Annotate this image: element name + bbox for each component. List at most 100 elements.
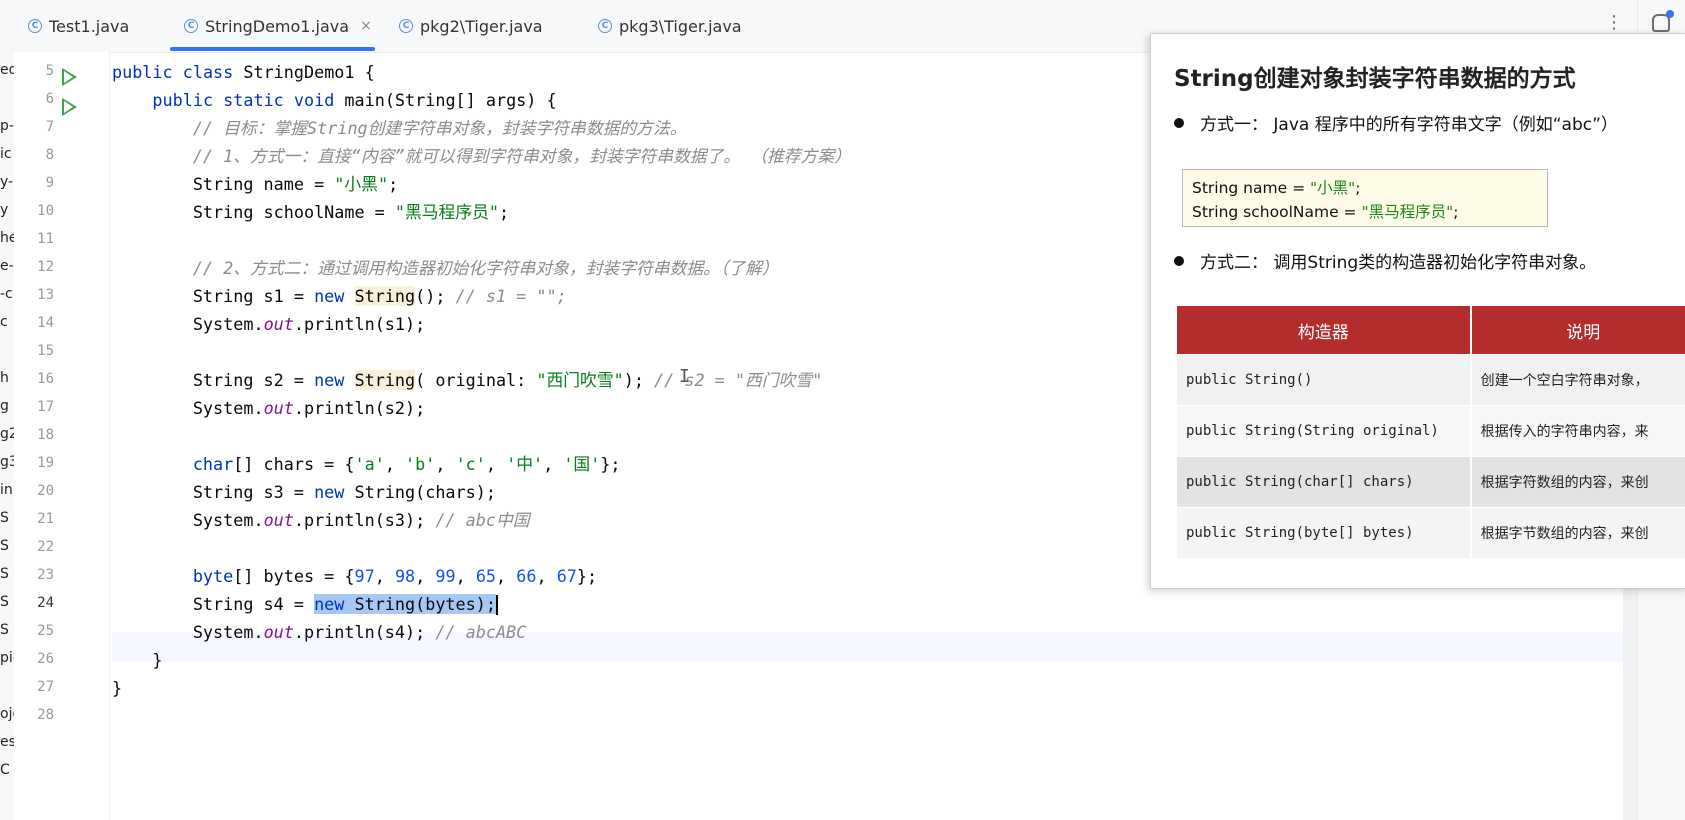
project-tree-item[interactable]: e- <box>0 258 14 274</box>
class-icon: C <box>399 19 413 33</box>
line-number: 20 <box>37 483 54 499</box>
code-line[interactable]: // 2、方式二：通过调用构造器初始化字符串对象，封装字符串数据。（了解） <box>112 253 779 283</box>
table-header-desc: 说明 <box>1470 306 1685 355</box>
code-line[interactable]: System.out.println(s1); <box>112 309 425 339</box>
project-tree-item[interactable]: y <box>0 202 14 218</box>
line-number: 21 <box>37 511 54 527</box>
line-number: 13 <box>37 287 54 303</box>
more-tabs-icon[interactable]: ⋮ <box>1605 12 1623 33</box>
code-line[interactable]: byte[] bytes = {97, 98, 99, 65, 66, 67}; <box>112 561 597 591</box>
table-row: public String(String original) 根据传入的字符串内… <box>1177 405 1685 457</box>
tab-pkg3-tiger[interactable]: C pkg3\Tiger.java <box>598 14 742 38</box>
line-number: 26 <box>37 651 54 667</box>
project-tree-item[interactable]: C <box>0 762 14 778</box>
class-icon: C <box>28 19 42 33</box>
mouse-ibeam-cursor: I <box>679 366 690 387</box>
table-row: public String() 创建一个空白字符串对象， <box>1177 354 1685 406</box>
project-tree-item[interactable]: c <box>0 314 14 330</box>
project-tree-item[interactable]: S <box>0 594 14 610</box>
project-tree-item[interactable]: S <box>0 510 14 526</box>
code-line[interactable]: String schoolName = "黑马程序员"; <box>112 197 509 227</box>
code-line[interactable]: public class StringDemo1 { <box>112 57 375 87</box>
code-line[interactable]: // 1、方式一：直接“内容”就可以得到字符串对象，封装字符串数据了。 （推荐方… <box>112 141 851 171</box>
code-line[interactable]: } <box>112 645 162 675</box>
code-line[interactable]: public static void main(String[] args) { <box>112 85 556 115</box>
project-tree-item[interactable]: h <box>0 370 14 386</box>
code-line[interactable]: String s2 = new String( original: "西门吹雪"… <box>112 365 822 395</box>
line-number: 15 <box>37 343 54 359</box>
tab-pkg2-tiger[interactable]: C pkg2\Tiger.java <box>399 14 543 38</box>
project-tool-window[interactable]: edp-icy-yhee--cchgg2g3inSSSSSpi-ojeesC <box>0 0 15 820</box>
active-tab-indicator <box>170 47 375 51</box>
run-main-icon[interactable] <box>62 98 77 116</box>
project-tree-item[interactable]: g2 <box>0 426 14 442</box>
line-number: 16 <box>37 371 54 387</box>
close-icon[interactable]: × <box>360 18 372 34</box>
slide-overlay: String创建对象封装字符串数据的方式 方式一： Java 程序中的所有字符串… <box>1150 33 1685 589</box>
line-number: 22 <box>37 539 54 555</box>
code-line[interactable]: System.out.println(s4); // abcABC <box>112 617 526 647</box>
project-tree-item[interactable]: g3 <box>0 454 14 470</box>
tab-stringdemo1[interactable]: C StringDemo1.java × <box>184 14 372 38</box>
code-line[interactable]: char[] chars = {'a', 'b', 'c', '中', '国'}… <box>112 449 621 479</box>
slide-code-example: String name = "小黑"; String schoolName = … <box>1182 169 1548 227</box>
notification-badge <box>1666 10 1674 18</box>
slide-title: String创建对象封装字符串数据的方式 <box>1174 66 1576 92</box>
table-row: public String(byte[] bytes) 根据字节数组的内容，来创 <box>1177 507 1685 558</box>
line-number: 12 <box>37 259 54 275</box>
line-number: 17 <box>37 399 54 415</box>
project-tree-item[interactable]: S <box>0 538 14 554</box>
bullet-dot <box>1174 118 1184 128</box>
line-number: 24 <box>37 595 54 611</box>
line-number: 18 <box>37 427 54 443</box>
table-row: public String(char[] chars) 根据字符数组的内容，来创 <box>1177 456 1685 508</box>
constructor-table: 构造器 说明 public String() 创建一个空白字符串对象， publ… <box>1177 306 1685 558</box>
line-number: 6 <box>45 91 54 107</box>
line-number: 11 <box>37 231 54 247</box>
bullet-dot <box>1174 256 1184 266</box>
project-tree-item[interactable]: ed <box>0 62 14 78</box>
project-tree-item[interactable]: he <box>0 230 14 246</box>
tab-label: pkg2\Tiger.java <box>420 16 543 36</box>
line-number: 8 <box>45 147 54 163</box>
tab-test1[interactable]: C Test1.java <box>28 14 129 38</box>
project-tree-item[interactable]: ic <box>0 146 14 162</box>
bullet-method-two: 方式二： 调用String类的构造器初始化字符串对象。 <box>1174 248 1596 273</box>
code-line[interactable]: String s3 = new String(chars); <box>112 477 496 507</box>
code-line[interactable]: } <box>112 673 122 703</box>
code-line[interactable]: String s1 = new String(); // s1 = ""; <box>112 281 567 311</box>
line-number: 9 <box>45 175 54 191</box>
line-number: 5 <box>45 63 54 79</box>
text-caret <box>495 595 498 615</box>
code-line[interactable]: String s4 = new String(bytes); <box>112 589 498 619</box>
project-tree-item[interactable]: g <box>0 398 14 414</box>
line-number: 10 <box>37 203 54 219</box>
bullet-method-one: 方式一： Java 程序中的所有字符串文字（例如“abc”） <box>1174 110 1618 135</box>
code-line[interactable]: System.out.println(s2); <box>112 393 425 423</box>
run-class-icon[interactable] <box>62 68 77 86</box>
line-number: 25 <box>37 623 54 639</box>
project-tree-item[interactable]: pi- <box>0 650 14 666</box>
line-number: 19 <box>37 455 54 471</box>
tab-label: Test1.java <box>49 16 130 36</box>
class-icon: C <box>184 19 198 33</box>
line-number: 7 <box>45 119 54 135</box>
project-tree-item[interactable]: -c <box>0 286 14 302</box>
line-number: 14 <box>37 315 54 331</box>
line-number: 23 <box>37 567 54 583</box>
line-number: 28 <box>37 707 54 723</box>
project-tree-item[interactable]: S <box>0 622 14 638</box>
line-number: 27 <box>37 679 54 695</box>
project-tree-item[interactable]: es <box>0 734 14 750</box>
class-icon: C <box>598 19 612 33</box>
project-tree-item[interactable]: S <box>0 566 14 582</box>
table-header-ctor: 构造器 <box>1177 306 1472 355</box>
code-line[interactable]: // 目标：掌握String创建字符串对象，封装字符串数据的方法。 <box>112 113 687 143</box>
code-line[interactable]: System.out.println(s3); // abc中国 <box>112 505 530 535</box>
project-tree-item[interactable]: y- <box>0 174 14 190</box>
tab-label: StringDemo1.java <box>205 16 350 36</box>
project-tree-item[interactable]: in <box>0 482 14 498</box>
code-line[interactable]: String name = "小黑"; <box>112 169 398 199</box>
project-tree-item[interactable]: oje <box>0 706 14 722</box>
project-tree-item[interactable]: p- <box>0 118 14 134</box>
